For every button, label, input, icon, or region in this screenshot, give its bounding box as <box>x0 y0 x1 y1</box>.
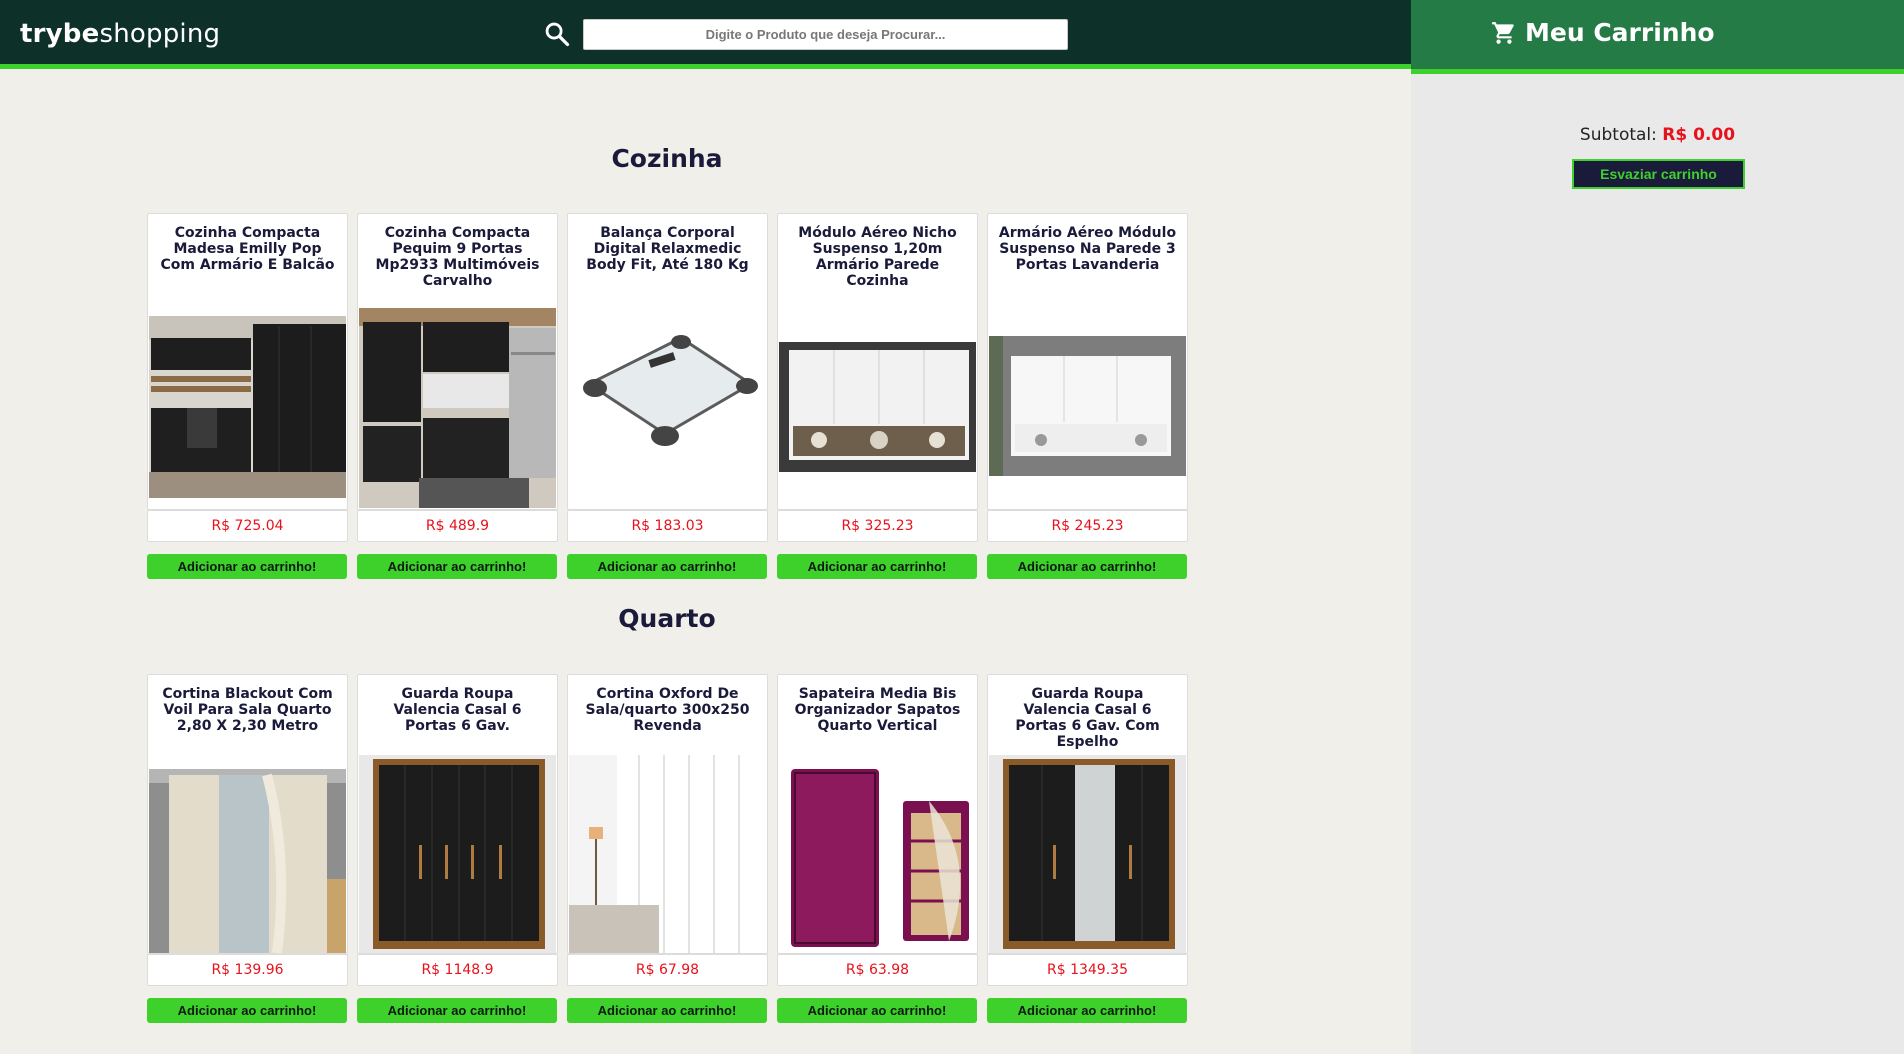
product-card[interactable]: Balança Corporal Digital Relaxmedic Body… <box>567 213 768 510</box>
add-to-cart-button[interactable]: Adicionar ao carrinho! <box>777 554 977 579</box>
product-title: Cozinha Compacta Madesa Emilly Pop Com A… <box>160 225 335 273</box>
product-image <box>989 755 1186 953</box>
product-title: Cozinha Compacta Pequim 9 Portas Mp2933 … <box>375 225 540 289</box>
section-title-cozinha: Cozinha <box>611 144 723 173</box>
product-title: Armário Aéreo Módulo Suspenso Na Parede … <box>998 225 1177 273</box>
search-input[interactable] <box>583 19 1068 50</box>
product-title: Cortina Blackout Com Voil Para Sala Quar… <box>162 686 333 734</box>
product-price: R$ 725.04 <box>147 510 348 542</box>
cart-title[interactable]: Meu Carrinho <box>1491 18 1715 47</box>
product-price: R$ 63.98 <box>777 954 978 986</box>
product-title: Sapateira Media Bis Organizador Sapatos … <box>794 686 961 734</box>
product-card[interactable]: Sapateira Media Bis Organizador Sapatos … <box>777 674 978 954</box>
add-to-cart-button[interactable]: Adicionar ao carrinho! <box>777 998 977 1023</box>
product-image <box>779 761 976 953</box>
add-to-cart-button[interactable]: Adicionar ao carrinho! <box>357 554 557 579</box>
subtotal-value: R$ 0.00 <box>1662 125 1736 145</box>
product-title: Módulo Aéreo Nicho Suspenso 1,20m Armári… <box>798 225 957 289</box>
product-image <box>569 755 766 953</box>
cart-sidebar: Subtotal: R$ 0.00 Esvaziar carrinho <box>1411 74 1904 1054</box>
cart-subtotal: Subtotal: R$ 0.00 <box>1411 125 1904 145</box>
add-to-cart-button[interactable]: Adicionar ao carrinho! <box>147 554 347 579</box>
product-card[interactable]: Módulo Aéreo Nicho Suspenso 1,20m Armári… <box>777 213 978 510</box>
product-card[interactable]: Cozinha Compacta Pequim 9 Portas Mp2933 … <box>357 213 558 510</box>
add-to-cart-button[interactable]: Adicionar ao carrinho! <box>357 998 557 1023</box>
product-price: R$ 1349.35 <box>987 954 1188 986</box>
product-price: R$ 325.23 <box>777 510 978 542</box>
product-title: Guarda Roupa Valencia Casal 6 Portas 6 G… <box>393 686 522 734</box>
product-image <box>149 769 346 953</box>
add-to-cart-button[interactable]: Adicionar ao carrinho! <box>987 554 1187 579</box>
product-card[interactable]: Cozinha Compacta Madesa Emilly Pop Com A… <box>147 213 348 510</box>
section-title-quarto: Quarto <box>618 604 716 633</box>
product-image <box>359 308 556 508</box>
product-image <box>149 316 346 498</box>
product-price: R$ 1148.9 <box>357 954 558 986</box>
product-title: Balança Corporal Digital Relaxmedic Body… <box>586 225 749 273</box>
product-image <box>359 755 556 953</box>
app-logo[interactable]: trybeshopping <box>20 19 220 49</box>
product-price: R$ 139.96 <box>147 954 348 986</box>
add-to-cart-button[interactable]: Adicionar ao carrinho! <box>567 998 767 1023</box>
product-title: Cortina Oxford De Sala/quarto 300x250 Re… <box>585 686 750 734</box>
product-price: R$ 489.9 <box>357 510 558 542</box>
add-to-cart-button[interactable]: Adicionar ao carrinho! <box>987 998 1187 1023</box>
product-title: Guarda Roupa Valencia Casal 6 Portas 6 G… <box>1015 686 1160 750</box>
shopping-cart-icon <box>1492 21 1514 44</box>
product-price: R$ 183.03 <box>567 510 768 542</box>
product-image <box>569 312 766 492</box>
product-card[interactable]: Cortina Blackout Com Voil Para Sala Quar… <box>147 674 348 954</box>
product-image <box>989 336 1186 476</box>
product-image <box>779 342 976 472</box>
add-to-cart-button[interactable]: Adicionar ao carrinho! <box>567 554 767 579</box>
product-price: R$ 245.23 <box>987 510 1188 542</box>
product-card[interactable]: Cortina Oxford De Sala/quarto 300x250 Re… <box>567 674 768 954</box>
product-card[interactable]: Guarda Roupa Valencia Casal 6 Portas 6 G… <box>987 674 1188 954</box>
add-to-cart-button[interactable]: Adicionar ao carrinho! <box>147 998 347 1023</box>
cart-header: Meu Carrinho <box>1411 0 1904 74</box>
empty-cart-button[interactable]: Esvaziar carrinho <box>1572 159 1745 189</box>
product-price: R$ 67.98 <box>567 954 768 986</box>
product-card[interactable]: Armário Aéreo Módulo Suspenso Na Parede … <box>987 213 1188 510</box>
search-icon[interactable] <box>543 20 571 48</box>
cart-title-label: Meu Carrinho <box>1525 18 1715 47</box>
subtotal-label: Subtotal: <box>1579 125 1657 145</box>
top-header: trybeshopping <box>0 0 1411 69</box>
product-card[interactable]: Guarda Roupa Valencia Casal 6 Portas 6 G… <box>357 674 558 954</box>
